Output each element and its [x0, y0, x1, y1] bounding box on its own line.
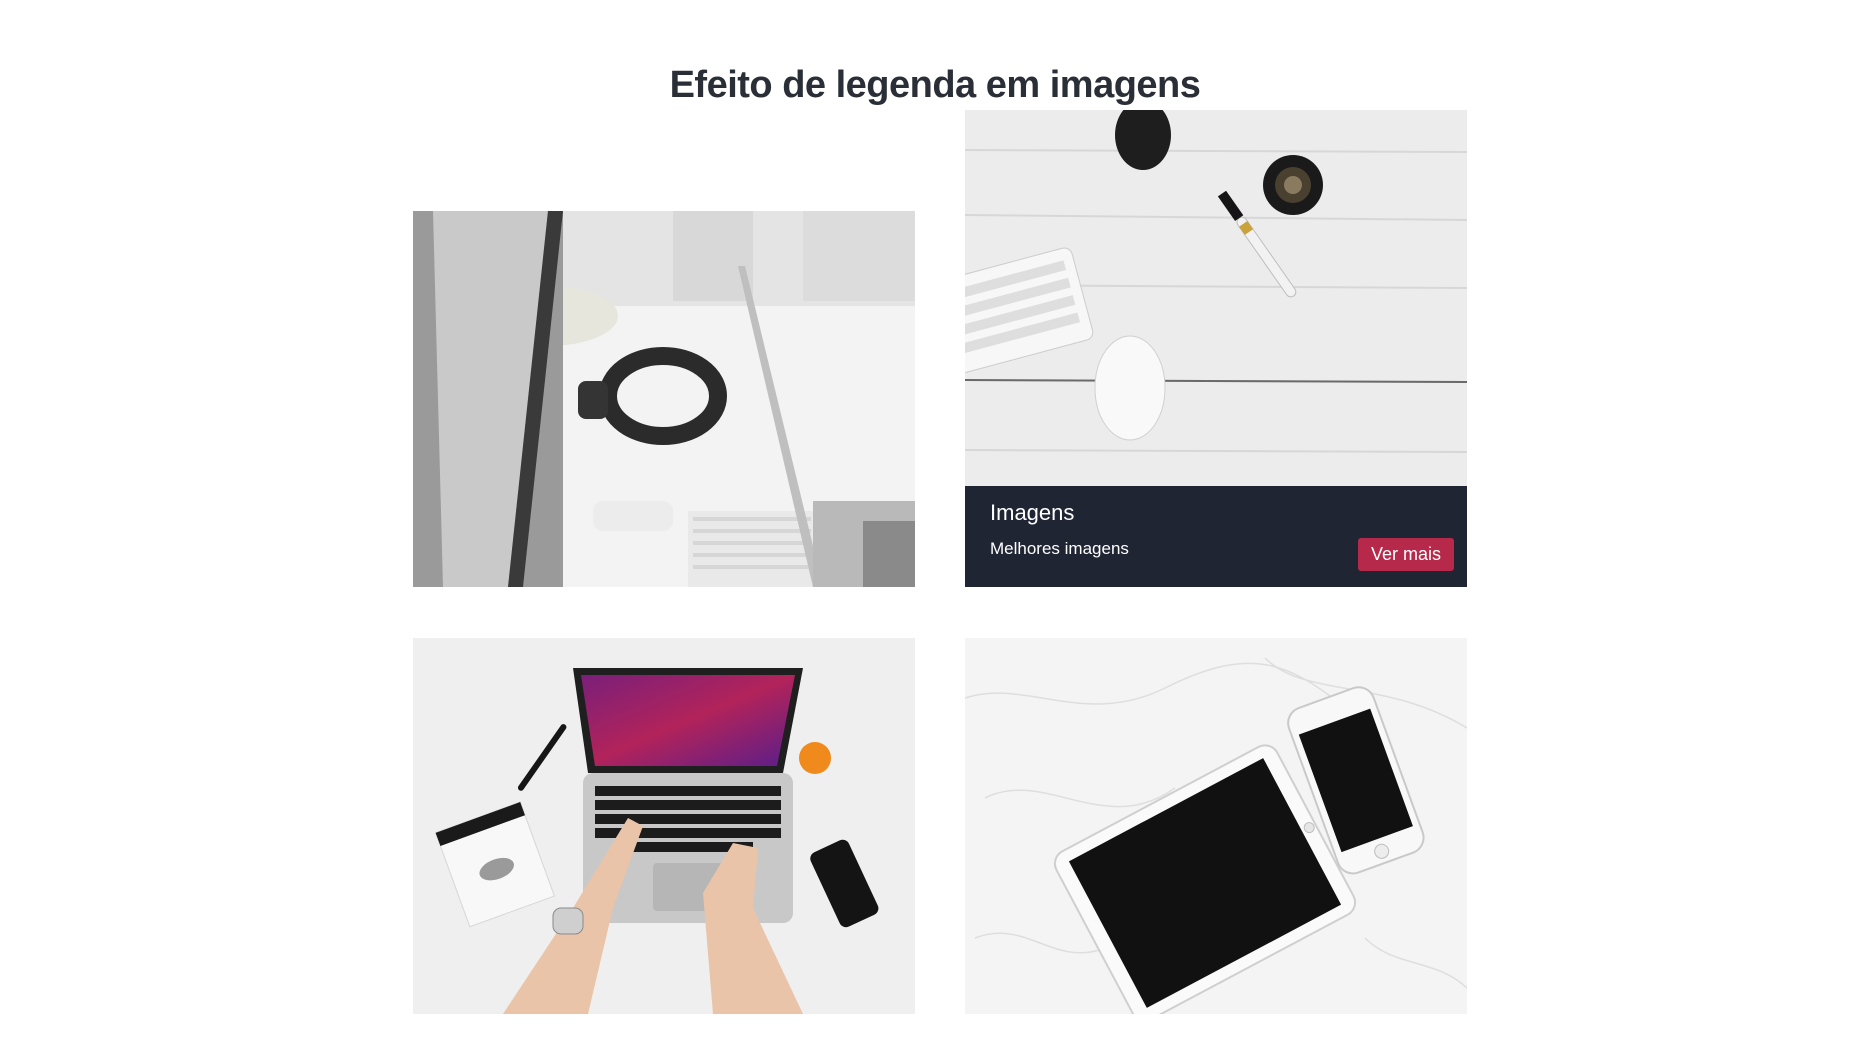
page-title: Efeito de legenda em imagens	[669, 64, 1201, 106]
caption-title: Imagens	[990, 500, 1075, 525]
gallery-card-tablet-phone[interactable]	[965, 638, 1467, 1014]
image-caption-overlay: Imagens Melhores imagens Ver mais	[965, 486, 1467, 587]
gallery-card-desk-headphones[interactable]	[413, 211, 915, 587]
ver-mais-button[interactable]: Ver mais	[1357, 538, 1454, 571]
gallery-card-desk-keyboard[interactable]: Imagens Melhores imagens Ver mais	[965, 110, 1467, 587]
laptop-hands-photo	[413, 638, 915, 1014]
tablet-phone-marble-photo	[965, 638, 1467, 1014]
desk-keyboard-lens-photo	[965, 110, 1467, 486]
desk-headphones-photo	[413, 211, 915, 587]
gallery-card-laptop-hands[interactable]	[413, 638, 915, 1014]
caption-subtitle: Melhores imagens	[990, 539, 1129, 558]
